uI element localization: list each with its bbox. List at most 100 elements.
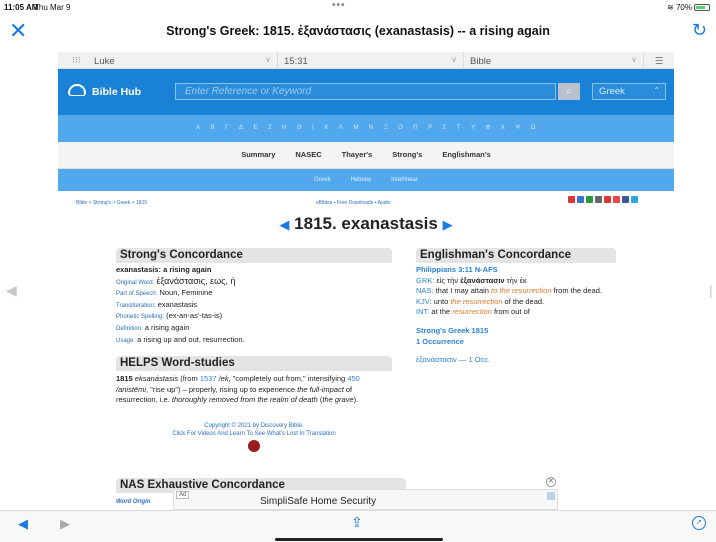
videos-link[interactable]: Click For Videos And Learn To See What's…: [116, 430, 392, 438]
site-logo[interactable]: Bible Hub: [68, 84, 141, 98]
pocket-icon[interactable]: [604, 196, 611, 203]
greek-letter-14[interactable]: Ο: [398, 125, 403, 131]
print-icon[interactable]: [595, 196, 602, 203]
occurrence-word-link[interactable]: ἐξανάστασιν — 1 Occ.: [416, 355, 616, 366]
greek-letter-2[interactable]: Γ: [225, 125, 229, 131]
greek-letter-4[interactable]: Ε: [253, 125, 258, 131]
back-arrow-icon[interactable]: ◀: [18, 516, 28, 532]
book-select[interactable]: ⁝⁝⁝ Luke ∨: [58, 52, 278, 68]
greek-letter-11[interactable]: Μ: [353, 125, 359, 131]
web-content: ⁝⁝⁝ Luke ∨ 15:31 ∨ Bible ∨ ☰ Bible Hub E…: [58, 52, 674, 510]
share-icon[interactable]: ⇪: [351, 514, 363, 531]
strongs-1537-link[interactable]: 1537: [200, 374, 217, 383]
facebook-icon[interactable]: [622, 196, 629, 203]
int-emphasis: resurrection: [452, 307, 492, 317]
discovery-bible-logo-icon[interactable]: [248, 440, 260, 452]
reload-icon[interactable]: ↻: [692, 20, 707, 41]
greek-letter-7[interactable]: Θ: [297, 125, 302, 131]
greek-letter-13[interactable]: Ξ: [384, 125, 388, 131]
home-indicator[interactable]: [275, 538, 443, 541]
left-edge-arrow-icon: ◀: [6, 282, 17, 298]
battery-status: ≋ 70%: [667, 3, 710, 12]
compass-icon[interactable]: ➚: [692, 516, 706, 530]
greek-letter-10[interactable]: Λ: [339, 125, 344, 131]
tab-1[interactable]: NASEC: [295, 150, 321, 159]
greek-letter-8[interactable]: Ι: [312, 125, 314, 131]
int-label[interactable]: INT:: [416, 307, 429, 316]
greek-letter-9[interactable]: Κ: [324, 125, 329, 131]
ad-title[interactable]: SimpliSafe Home Security: [260, 496, 376, 507]
subtab-1[interactable]: Hebrew: [350, 177, 371, 183]
resource-links[interactable]: eBibles • Free Downloads • Audio: [316, 200, 390, 206]
greek-letter-17[interactable]: Σ: [443, 125, 447, 131]
occurrence-count: 1 Occurrence: [416, 336, 464, 346]
verse-link[interactable]: Philippians 3:11 N-AFS: [416, 265, 616, 276]
greek-letter-16[interactable]: Ρ: [428, 125, 433, 131]
greek-letter-23[interactable]: Ω: [531, 125, 536, 131]
greek-letter-12[interactable]: Ν: [369, 125, 374, 131]
greek-letter-20[interactable]: Φ: [486, 125, 491, 131]
strongs-450-link[interactable]: 450: [347, 374, 360, 383]
greek-letter-1[interactable]: Β: [211, 125, 216, 131]
original-word-label: Original Word:: [116, 279, 155, 286]
greek-letter-15[interactable]: Π: [413, 125, 418, 131]
int-text: from out of: [491, 307, 530, 317]
version-select[interactable]: Bible ∨: [464, 52, 644, 68]
forward-arrow-icon[interactable]: ▶: [60, 516, 70, 532]
language-select[interactable]: Greek ⌃: [592, 83, 666, 100]
kjv-label[interactable]: KJV:: [416, 297, 432, 306]
ad-banner[interactable]: Ad SimpliSafe Home Security ✕: [173, 477, 558, 510]
battery-percent: 70%: [675, 3, 692, 12]
excel-icon[interactable]: [586, 196, 593, 203]
tab-2[interactable]: Thayer's: [342, 150, 373, 159]
nas-label[interactable]: NAS:: [416, 286, 434, 295]
next-entry-arrow-icon[interactable]: ▶: [443, 217, 453, 232]
grk-label[interactable]: GRK:: [416, 276, 434, 285]
greek-letter-21[interactable]: Χ: [501, 125, 506, 131]
copyright-block: Copyright © 2021 by Discovery Bible. Cli…: [116, 422, 392, 455]
chapter-select[interactable]: 15:31 ∨: [278, 52, 464, 68]
multitask-dots-icon[interactable]: •••: [332, 0, 346, 11]
tab-4[interactable]: Englishman's: [442, 150, 490, 159]
greek-letter-3[interactable]: Δ: [239, 125, 244, 131]
right-column: Englishman's Concordance Philippians 3:1…: [416, 248, 616, 366]
selector-bar: ⁝⁝⁝ Luke ∨ 15:31 ∨ Bible ∨ ☰: [58, 52, 674, 69]
greek-letter-5[interactable]: Ζ: [268, 125, 272, 131]
word-icon[interactable]: [577, 196, 584, 203]
chevron-updown-icon: ⌃: [653, 86, 660, 95]
chevron-down-icon: ∨: [451, 55, 457, 64]
pinterest-icon[interactable]: [613, 196, 620, 203]
translit-label: Transliteration:: [116, 302, 156, 309]
nas-emphasis: to the resurrection: [491, 286, 552, 296]
breadcrumb[interactable]: Bible > Strong's > Greek > 1815: [76, 200, 147, 206]
language-select-value: Greek: [599, 86, 625, 97]
translit-value: exanastasis: [157, 299, 198, 309]
search-button[interactable]: ⌕: [558, 83, 580, 100]
ad-info-icon[interactable]: [547, 492, 555, 500]
phonetic-value: (ex-an-as'-tas-is): [166, 311, 223, 321]
helps-ref2-word: /anistēmi: [116, 384, 147, 394]
int-text: at the: [429, 307, 453, 317]
close-ad-icon[interactable]: ✕: [546, 477, 556, 487]
tab-3[interactable]: Strong's: [392, 150, 422, 159]
englishmans-concordance-header: Englishman's Concordance: [416, 248, 616, 263]
greek-letter-6[interactable]: Η: [282, 125, 287, 131]
greek-letter-22[interactable]: Ψ: [515, 125, 521, 131]
grid-icon[interactable]: ⁝⁝⁝: [72, 55, 81, 66]
twitter-icon[interactable]: [631, 196, 638, 203]
pdf-icon[interactable]: [568, 196, 575, 203]
greek-letter-18[interactable]: Τ: [457, 125, 461, 131]
strongs-greek-link[interactable]: Strong's Greek 1815: [416, 326, 616, 337]
greek-letter-0[interactable]: Α: [196, 125, 201, 131]
pos-value: Noun, Feminine: [159, 288, 213, 298]
tab-0[interactable]: Summary: [241, 150, 275, 159]
subtab-2[interactable]: Interlinear: [391, 177, 418, 183]
search-input[interactable]: Enter Reference or Keyword: [175, 83, 556, 100]
helps-number: 1815: [116, 374, 133, 384]
subtab-0[interactable]: Greek: [314, 177, 330, 183]
social-icons: [568, 196, 640, 205]
greek-letter-19[interactable]: Υ: [471, 125, 476, 131]
menu-icon[interactable]: ☰: [644, 52, 674, 68]
prev-entry-arrow-icon[interactable]: ◀: [279, 217, 289, 232]
grk-text: τὴν ἐκ: [504, 275, 527, 285]
